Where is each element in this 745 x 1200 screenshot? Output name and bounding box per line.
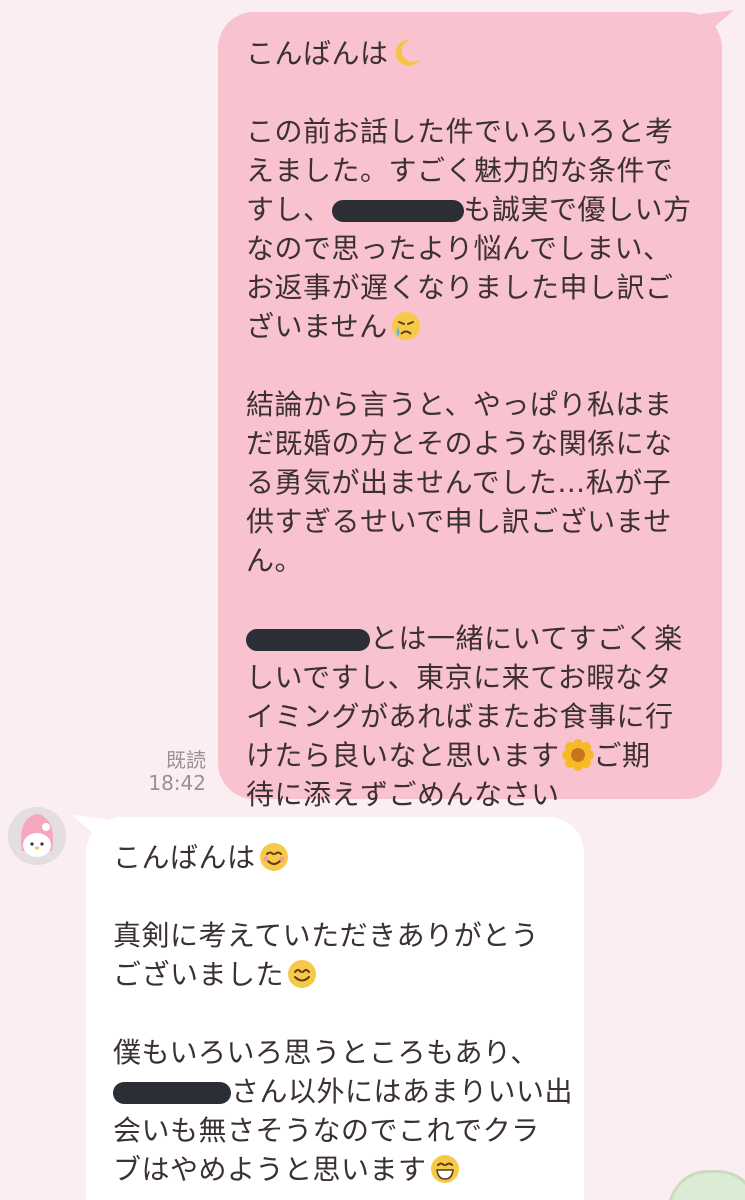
message-text: こんばんは [113,841,256,874]
redaction-bar [113,1082,231,1104]
message-line: すし、 も誠実で優しい方 [246,190,694,229]
message-line: 結論から言うと、やっぱり私はま [246,388,673,421]
message-line: 僕もいろいろ思うところもあり、 [113,1036,539,1069]
message-text: ざいません [246,310,388,343]
sticker-preview[interactable] [668,1170,745,1200]
message-line: とは一緒にいてすごく楽 [246,619,694,658]
message-timestamp: 18:42 [148,771,206,795]
message-line: しいですし、東京に来てお暇なタ [246,661,672,694]
message-line: さん以外にはあまりいい出 [113,1072,573,1111]
contact-avatar[interactable] [8,807,66,865]
crescent-moon-icon [395,39,420,66]
message-text: けたら良いなと思います [246,739,560,772]
message-line: 供すぎるせいで申し訳ございませ [246,505,672,538]
message-line: ございました [113,955,556,994]
message-text: さん以外にはあまりいい出 [231,1075,574,1108]
message-line: だ既婚の方とそのような関係にな [246,427,673,460]
message-text: すし、 [246,193,332,226]
message-line: 待に添えずごめんなさい [246,778,560,811]
message-text: とは一緒にいてすごく楽 [370,622,683,655]
read-receipt: 既読 [166,748,206,772]
message-line: けたら良いなと思います ご期 [246,736,694,775]
grinning-face-icon [430,1155,459,1183]
redaction-bar [331,200,464,222]
redaction-bar [246,629,370,651]
sunflower-icon [561,739,594,771]
message-line: 真剣に考えていただきありがとう [113,919,540,952]
message-line: お返事が遅くなりました申し訳ご [246,271,674,304]
message-line: イミングがあればまたお食事に行 [246,700,674,733]
message-line: ブはやめようと思います [113,1150,556,1189]
crying-face-icon [391,312,420,340]
message-line: ざいません [246,307,694,346]
message-text: ブはやめようと思います [113,1153,427,1186]
message-line: ん。 [246,544,304,577]
chat-screen: こんばんは この前お話した件でいろいろと考 えました。すごく魅力的な条件で すし… [0,0,745,1200]
message-line: なので思ったより悩んでしまい、 [246,232,672,265]
message-line: こんばんは [246,34,694,73]
incoming-message-bubble[interactable]: こんばんは 真剣に考えていただきありがとう ございました 僕もいろいろ思うところ… [86,817,584,1200]
my-melody-avatar-icon [8,807,66,865]
message-text: ございました [113,958,285,991]
smiling-face-icon [259,843,288,871]
message-line: えました。すごく魅力的な条件で [246,154,674,187]
smiling-face-with-smiling-eyes-icon [288,960,317,988]
message-line: こんばんは [113,838,556,877]
outgoing-message-bubble[interactable]: こんばんは この前お話した件でいろいろと考 えました。すごく魅力的な条件で すし… [218,12,722,811]
message-line: る勇気が出ませんでした…私が子 [246,466,672,499]
message-text: ご期 [593,739,651,772]
message-line: 会いも無さそうなのでこれでクラ [113,1114,540,1147]
message-line: この前お話した件でいろいろと考 [246,115,674,148]
message-text: も誠実で優しい方 [463,193,692,226]
message-text: こんばんは [246,37,389,70]
